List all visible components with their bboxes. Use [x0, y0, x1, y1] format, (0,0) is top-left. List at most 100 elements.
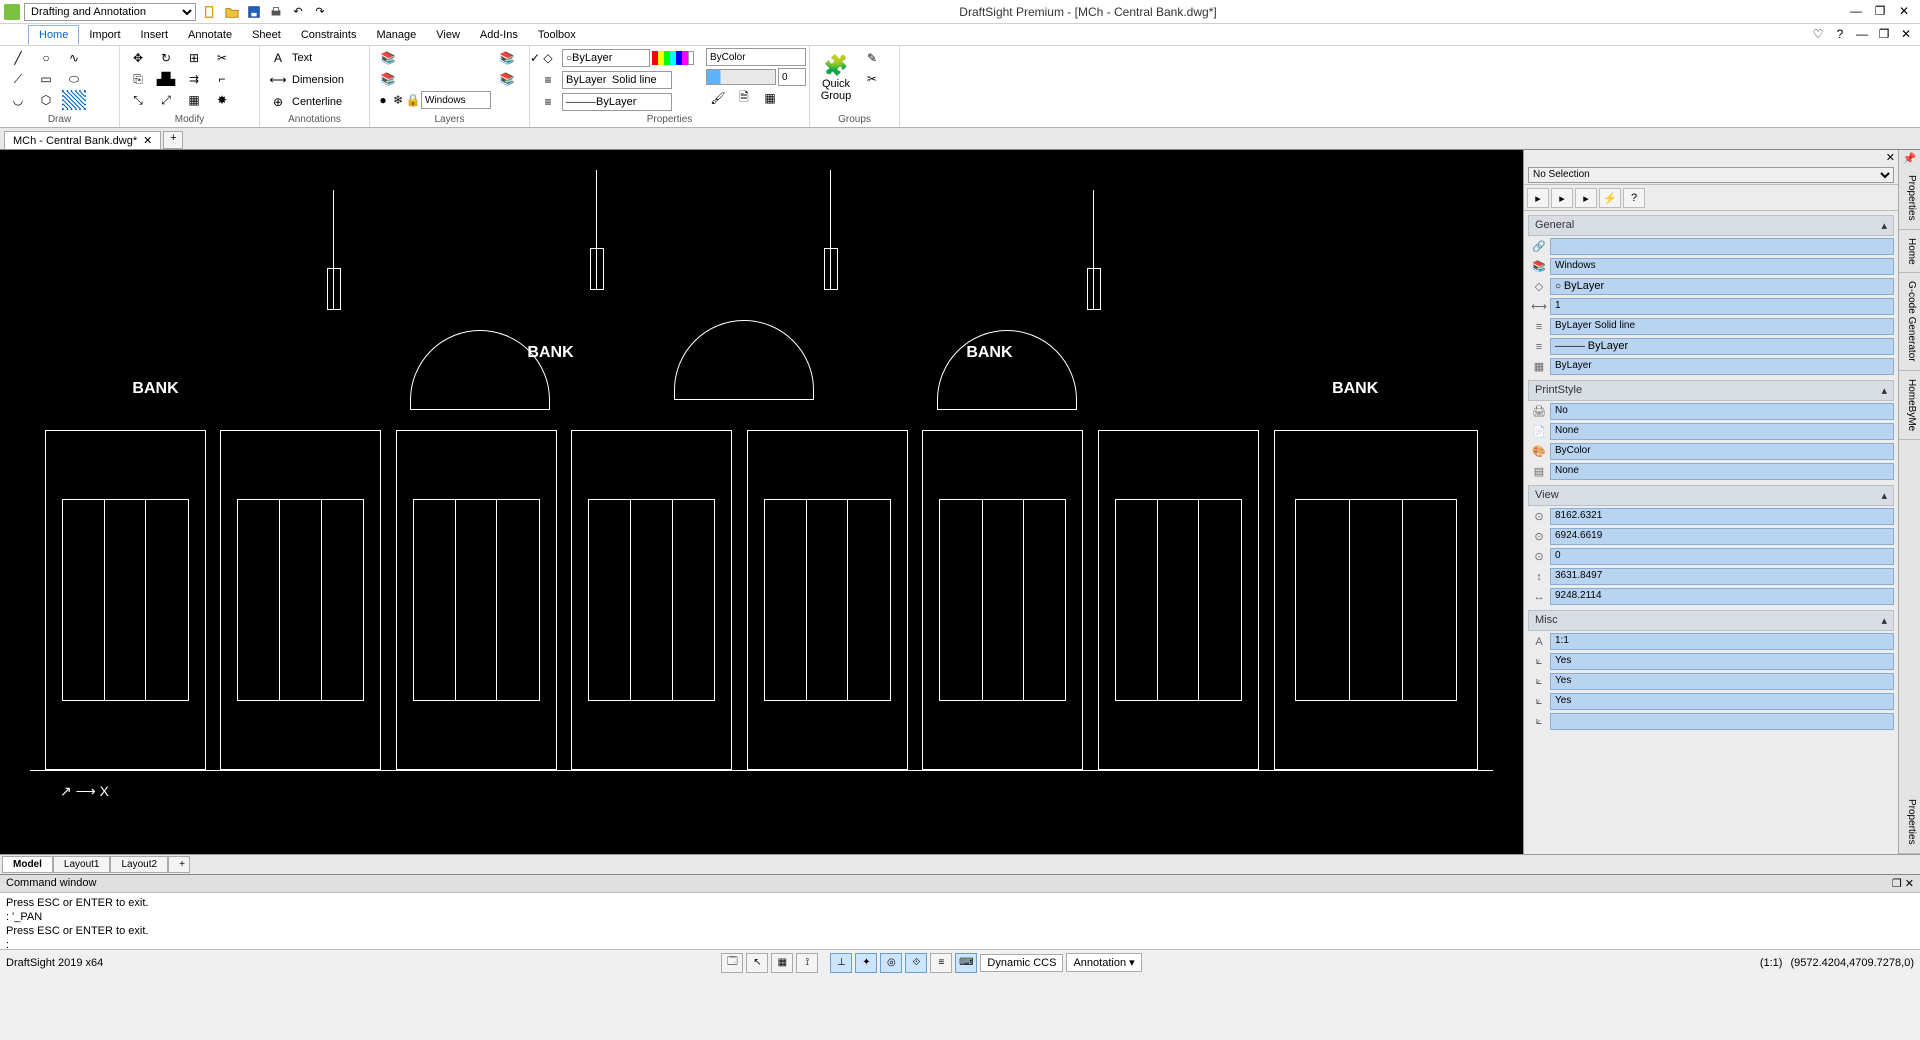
sb-polar-icon[interactable]: ✦	[855, 953, 877, 973]
layer-off-icon[interactable]: 📚	[495, 69, 519, 89]
workspace-dropdown[interactable]: Drafting and Annotation	[24, 3, 196, 21]
vtab-home[interactable]: Home	[1899, 230, 1920, 274]
section-misc[interactable]: Misc▴	[1528, 610, 1894, 631]
color-swatches[interactable]	[652, 51, 694, 65]
prop-val[interactable]	[1550, 713, 1894, 730]
sb-lweight-icon[interactable]: ≡	[930, 953, 952, 973]
bycolor-field[interactable]: ByColor	[706, 48, 806, 66]
prop-val[interactable]: ——— ByLayer	[1550, 338, 1894, 355]
match-props-icon[interactable]: 🖌	[706, 88, 730, 108]
section-view[interactable]: View▴	[1528, 485, 1894, 506]
close-button[interactable]: ✕	[1896, 4, 1912, 20]
prop-val[interactable]: 1:1	[1550, 633, 1894, 650]
layer-mgr-icon[interactable]: 📚	[376, 48, 400, 68]
vtab-homebyme[interactable]: HomeByMe	[1899, 371, 1920, 440]
dynamic-ccs-button[interactable]: Dynamic CCS	[980, 954, 1063, 972]
scale-icon[interactable]: ⤢	[154, 90, 178, 110]
list-icon[interactable]: 🗎	[732, 88, 756, 108]
prop-val[interactable]: Yes	[1550, 653, 1894, 670]
layer-state-icon[interactable]: 📚	[376, 69, 400, 89]
prop-val[interactable]: None	[1550, 463, 1894, 480]
polygon-icon[interactable]: ⬡	[34, 90, 58, 110]
tab-annotate[interactable]: Annotate	[178, 26, 242, 44]
doc-minimize-button[interactable]: —	[1854, 27, 1870, 43]
prop-val[interactable]: Yes	[1550, 673, 1894, 690]
heart-icon[interactable]: ♡	[1810, 27, 1826, 43]
undo-icon[interactable]: ↶	[290, 4, 306, 20]
sb-grid-icon[interactable]: ▦	[771, 953, 793, 973]
cmd-restore-icon[interactable]: ❐	[1892, 877, 1902, 890]
prop-ltype-icon[interactable]: ≡	[536, 70, 560, 90]
layout-tab-layout1[interactable]: Layout1	[53, 856, 111, 873]
prop-val[interactable]: ○ ByLayer	[1550, 278, 1894, 295]
prop-tool-2[interactable]: ▸	[1551, 188, 1573, 208]
tab-view[interactable]: View	[426, 26, 470, 44]
prop-val[interactable]: ByColor	[1550, 443, 1894, 460]
tab-toolbox[interactable]: Toolbox	[528, 26, 586, 44]
prop-val[interactable]: 8162.6321	[1550, 508, 1894, 525]
prop-tool-1[interactable]: ▸	[1527, 188, 1549, 208]
doc-restore-button[interactable]: ❐	[1876, 27, 1892, 43]
spline-icon[interactable]: ∿	[62, 48, 86, 68]
panel-close-icon[interactable]: ✕	[1886, 151, 1895, 164]
rect-icon[interactable]: ▭	[34, 69, 58, 89]
tab-home[interactable]: Home	[28, 25, 79, 45]
ellipse-icon[interactable]: ⬭	[62, 69, 86, 89]
array-icon[interactable]: ▦	[182, 90, 206, 110]
document-tab[interactable]: MCh - Central Bank.dwg*✕	[4, 131, 161, 149]
sb-etrack-icon[interactable]: ⟐	[905, 953, 927, 973]
redo-icon[interactable]: ↷	[312, 4, 328, 20]
annotation-dropdown[interactable]: Annotation ▾	[1066, 953, 1141, 972]
doc-close-button[interactable]: ✕	[1898, 27, 1914, 43]
layer-lock-icon[interactable]: 🔒	[406, 90, 420, 110]
tab-addins[interactable]: Add-Ins	[470, 26, 528, 44]
restore-button[interactable]: ❐	[1872, 4, 1888, 20]
prop-color-icon[interactable]: ◇	[536, 48, 560, 68]
prop-tool-help-icon[interactable]: ?	[1623, 188, 1645, 208]
layer-iso-icon[interactable]: 📚	[495, 48, 519, 68]
stretch-icon[interactable]: ⤡	[126, 90, 150, 110]
rotate-icon[interactable]: ↻	[154, 48, 178, 68]
prop-val[interactable]: None	[1550, 423, 1894, 440]
sb-snap-icon[interactable]: ⟟	[796, 953, 818, 973]
quick-group-button[interactable]: 🧩Quick Group	[816, 48, 856, 106]
sb-ortho-icon[interactable]: ⊥	[830, 953, 852, 973]
section-printstyle[interactable]: PrintStyle▴	[1528, 380, 1894, 401]
vtab-properties-bottom[interactable]: Properties	[1899, 791, 1920, 854]
prop-val[interactable]: No	[1550, 403, 1894, 420]
vtab-properties[interactable]: Properties	[1899, 167, 1920, 230]
sb-model-icon[interactable]: 🗔	[721, 953, 743, 973]
open-file-icon[interactable]	[224, 4, 240, 20]
prop-val[interactable]: 3631.8497	[1550, 568, 1894, 585]
prop-tool-3[interactable]: ▸	[1575, 188, 1597, 208]
selection-dropdown[interactable]: No Selection	[1528, 167, 1894, 183]
prop-val[interactable]: Windows	[1550, 258, 1894, 275]
color-field[interactable]: ○ ByLayer	[562, 49, 650, 67]
hatch-icon[interactable]	[62, 90, 86, 110]
offset-icon[interactable]: ⇉	[182, 69, 206, 89]
lineweight-field[interactable]: ——— ByLayer	[562, 93, 672, 111]
arc-icon[interactable]: ◡	[6, 90, 30, 110]
prop-val[interactable]: ByLayer	[1550, 358, 1894, 375]
close-tab-icon[interactable]: ✕	[143, 134, 152, 147]
line-icon[interactable]: ╱	[6, 48, 30, 68]
move-icon[interactable]: ✥	[126, 48, 150, 68]
mirror-icon[interactable]: ▟▙	[154, 69, 178, 89]
sb-cursor-icon[interactable]: ↖	[746, 953, 768, 973]
prop-val[interactable]	[1550, 238, 1894, 255]
layer-current-field[interactable]: Windows	[421, 91, 491, 109]
sb-qinput-icon[interactable]: ⌨	[955, 953, 977, 973]
linetype-field[interactable]: ByLayer Solid line	[562, 71, 672, 89]
tab-constraints[interactable]: Constraints	[291, 26, 367, 44]
pattern-icon[interactable]: ⊞	[182, 48, 206, 68]
save-file-icon[interactable]	[246, 4, 262, 20]
tab-import[interactable]: Import	[79, 26, 130, 44]
fillet-icon[interactable]: ⌐	[210, 69, 234, 89]
text-icon[interactable]: A	[266, 48, 290, 68]
cmd-close-icon[interactable]: ✕	[1905, 877, 1914, 890]
prop-val[interactable]: 6924.6619	[1550, 528, 1894, 545]
ungroup-icon[interactable]: ✂	[860, 69, 884, 89]
sb-esnap-icon[interactable]: ◎	[880, 953, 902, 973]
weight-value[interactable]: 0	[778, 68, 806, 86]
add-layout-button[interactable]: +	[168, 856, 190, 873]
